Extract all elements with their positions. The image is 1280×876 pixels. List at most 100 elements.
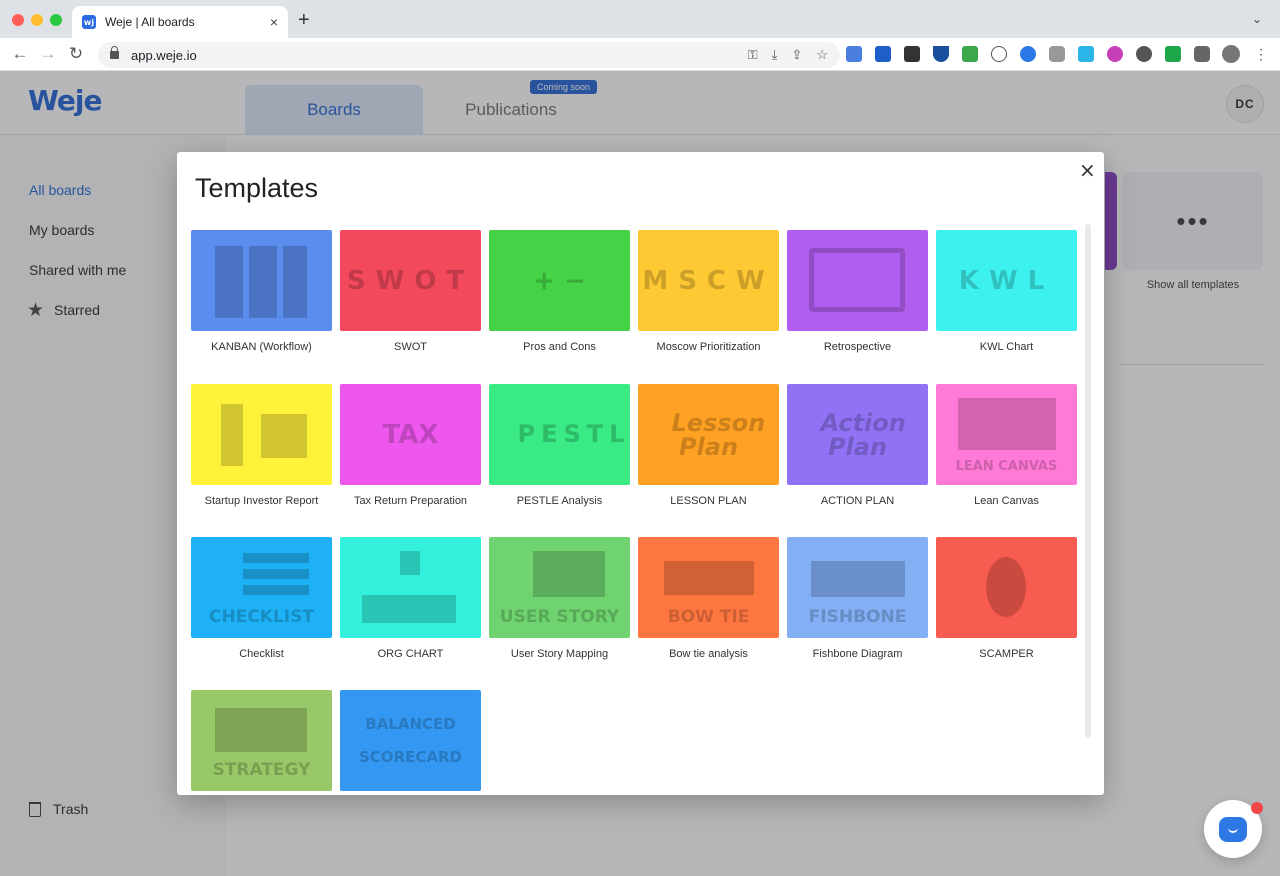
template-thumbnail[interactable]: MSCW	[638, 230, 779, 331]
template-art-shape	[362, 595, 456, 623]
extension-icon[interactable]	[1107, 46, 1123, 62]
template-label: KANBAN (Workflow)	[211, 341, 312, 353]
camera-extension-icon[interactable]	[1049, 46, 1065, 62]
template-label: Lean Canvas	[974, 495, 1039, 507]
tab-close-icon[interactable]: ×	[270, 14, 278, 30]
template-card[interactable]: STRATEGY	[191, 690, 332, 795]
template-art: CHECKLIST	[209, 607, 314, 627]
template-label: ORG CHART	[377, 648, 444, 660]
template-card[interactable]: Lesson Plan LESSON PLAN	[638, 384, 779, 507]
notification-dot	[1251, 802, 1263, 814]
template-art: + −	[533, 265, 586, 296]
share-icon[interactable]: ⇪	[791, 47, 802, 63]
template-thumbnail[interactable]: + −	[489, 230, 630, 331]
template-card[interactable]: retro Retrospective	[787, 230, 928, 353]
close-icon[interactable]: ×	[1079, 158, 1096, 182]
template-thumbnail[interactable]: org	[340, 537, 481, 638]
template-thumbnail[interactable]: scamper	[936, 537, 1077, 638]
template-card[interactable]: + − Pros and Cons	[489, 230, 630, 353]
template-thumbnail[interactable]: Action Plan	[787, 384, 928, 485]
template-thumbnail[interactable]: LEAN CANVAS	[936, 384, 1077, 485]
address-bar[interactable]: app.weje.io ⚿ ⤓ ⇪ ☆	[98, 42, 840, 68]
template-thumbnail[interactable]: KWL	[936, 230, 1077, 331]
window-zoom-button[interactable]	[50, 14, 62, 26]
forward-arrow-icon[interactable]: →	[38, 44, 58, 64]
puzzle-extensions-icon[interactable]	[1194, 46, 1210, 62]
vuetify-extension-icon[interactable]	[933, 46, 949, 62]
lock-icon	[110, 46, 119, 59]
template-card[interactable]: kanban KANBAN (Workflow)	[191, 230, 332, 353]
template-thumbnail[interactable]: SWOT	[340, 230, 481, 331]
template-card[interactable]: TAX Tax Return Preparation	[340, 384, 481, 507]
key-icon[interactable]: ⚿	[748, 47, 758, 63]
translate-extension-icon[interactable]	[846, 46, 862, 62]
template-card[interactable]: SWOT SWOT	[340, 230, 481, 353]
template-label: ACTION PLAN	[820, 495, 895, 507]
template-thumbnail[interactable]: TAX	[340, 384, 481, 485]
tab-title: Weje | All boards	[105, 15, 195, 29]
back-arrow-icon[interactable]: ←	[10, 44, 30, 64]
extension-icon[interactable]	[875, 46, 891, 62]
template-thumbnail[interactable]: BALANCED SCORECARD	[340, 690, 481, 791]
template-art-shape	[283, 246, 307, 318]
template-art: BOW TIE	[667, 607, 750, 627]
checkmark-extension-icon[interactable]	[1165, 46, 1181, 62]
template-art-shape	[221, 404, 243, 466]
template-thumbnail[interactable]: PESTLE	[489, 384, 630, 485]
extension-icon[interactable]	[962, 46, 978, 62]
template-thumbnail[interactable]: USER STORY	[489, 537, 630, 638]
template-thumbnail[interactable]: Lesson Plan	[638, 384, 779, 485]
template-thumbnail[interactable]: kanban	[191, 230, 332, 331]
browser-tab[interactable]: wj Weje | All boards ×	[72, 6, 288, 38]
template-card[interactable]: scamper SCAMPER	[936, 537, 1077, 660]
template-card[interactable]: FISHBONE Fishbone Diagram	[787, 537, 928, 660]
template-thumbnail[interactable]: retro	[787, 230, 928, 331]
profile-avatar-icon[interactable]	[1222, 45, 1240, 63]
browser-menu-icon[interactable]: ⋮	[1251, 46, 1271, 63]
template-art: MSCW	[642, 265, 775, 296]
template-art-shape	[215, 708, 307, 752]
template-label: Bow tie analysis	[669, 648, 748, 660]
tab-search-chevron-icon[interactable]: ⌄	[1252, 12, 1262, 26]
template-card[interactable]: rocket Startup Investor Report	[191, 384, 332, 507]
extension-icon[interactable]	[1078, 46, 1094, 62]
template-thumbnail[interactable]: rocket	[191, 384, 332, 485]
template-card[interactable]: org ORG CHART	[340, 537, 481, 660]
template-art: TAX	[382, 419, 439, 450]
notion-extension-icon[interactable]	[904, 46, 920, 62]
template-label: Startup Investor Report	[204, 495, 319, 507]
template-art-shape	[958, 398, 1056, 450]
template-card[interactable]: CHECKLIST Checklist	[191, 537, 332, 660]
extension-icon[interactable]	[1020, 46, 1036, 62]
template-thumbnail[interactable]: FISHBONE	[787, 537, 928, 638]
window-minimize-button[interactable]	[31, 14, 43, 26]
template-art: SWOT	[346, 265, 475, 296]
template-card[interactable]: LEAN CANVAS Lean Canvas	[936, 384, 1077, 507]
extension-icon[interactable]	[1136, 46, 1152, 62]
template-card[interactable]: MSCW Moscow Prioritization	[638, 230, 779, 353]
template-card[interactable]: BOW TIE Bow tie analysis	[638, 537, 779, 660]
template-card[interactable]: USER STORY User Story Mapping	[489, 537, 630, 660]
modal-scrollbar[interactable]	[1085, 224, 1091, 738]
bookmark-star-icon[interactable]: ☆	[816, 47, 828, 63]
template-art-shape	[400, 551, 420, 575]
template-card[interactable]: PESTLE PESTLE Analysis	[489, 384, 630, 507]
cloud-extension-icon[interactable]	[991, 46, 1007, 62]
template-card[interactable]: Action Plan ACTION PLAN	[787, 384, 928, 507]
template-label: PESTLE Analysis	[516, 495, 603, 507]
template-thumbnail[interactable]: BOW TIE	[638, 537, 779, 638]
new-tab-button[interactable]: +	[298, 9, 310, 32]
template-art-shape	[809, 248, 905, 312]
template-label: Pros and Cons	[523, 341, 596, 353]
install-icon[interactable]: ⤓	[772, 47, 778, 63]
template-thumbnail[interactable]: CHECKLIST	[191, 537, 332, 638]
window-close-button[interactable]	[12, 14, 24, 26]
template-art: Action Plan	[820, 408, 906, 461]
template-card[interactable]: KWL KWL Chart	[936, 230, 1077, 353]
reload-icon[interactable]: ↻	[66, 44, 86, 64]
template-art: STRATEGY	[212, 760, 311, 780]
template-art-shape	[664, 561, 754, 595]
template-thumbnail[interactable]: STRATEGY	[191, 690, 332, 791]
template-card[interactable]: BALANCED SCORECARD	[340, 690, 481, 795]
templates-grid: kanban KANBAN (Workflow) SWOT SWOT + − Pros a…	[191, 230, 1081, 791]
